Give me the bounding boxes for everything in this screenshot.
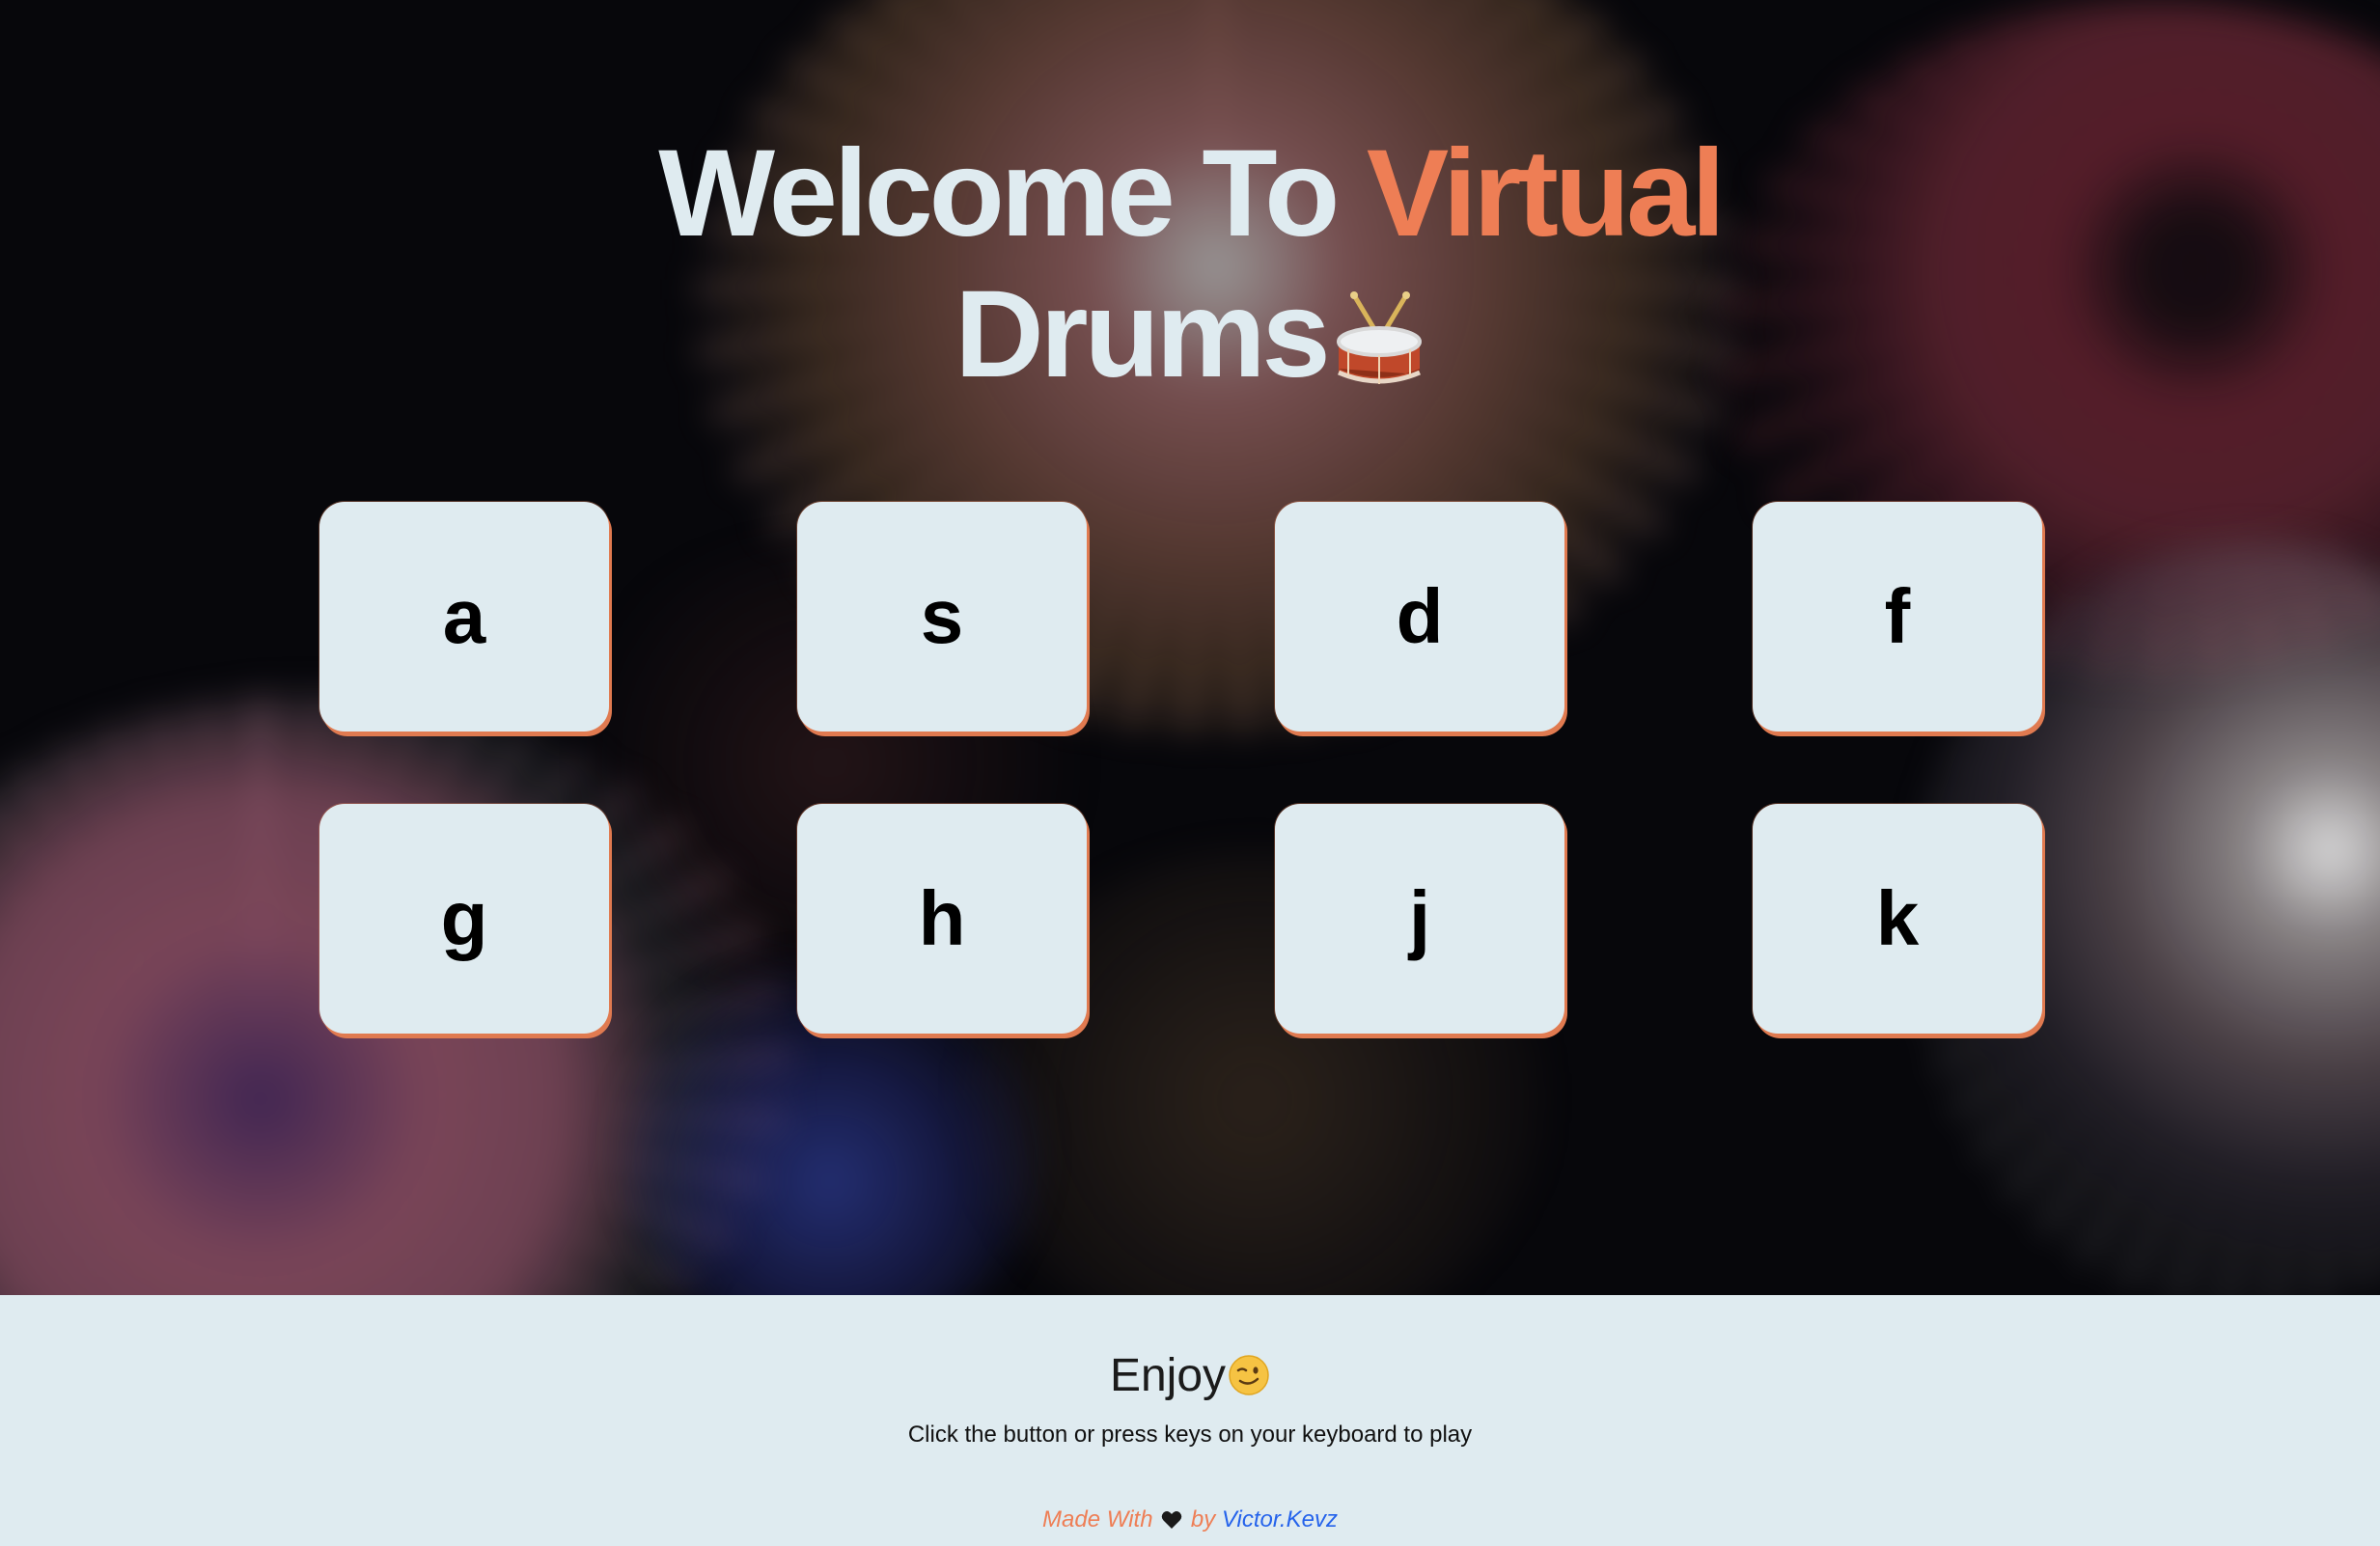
title-accent: Virtual	[1366, 124, 1726, 262]
title-text-drums: Drums	[955, 265, 1330, 403]
title-line-2: Drums	[0, 264, 2380, 405]
instructions-text: Click the button or press keys on your k…	[907, 1422, 1473, 1448]
title-text: Welcome To	[658, 124, 1367, 262]
credit-line: Made With by Victor.Kevz	[0, 1505, 2380, 1534]
drum-button-a[interactable]: a	[319, 502, 609, 732]
enjoy-heading: Enjoy	[0, 1349, 2380, 1403]
drum-button-g[interactable]: g	[319, 804, 609, 1034]
footer: Enjoy Click the button or press keys on …	[0, 1295, 2380, 1546]
drum-button-f[interactable]: f	[1753, 502, 2042, 732]
credit-by: by	[1184, 1506, 1222, 1532]
drum-button-s[interactable]: s	[797, 502, 1087, 732]
drum-pad-grid: a s d f g h j k	[0, 502, 2380, 1042]
page-title: Welcome To Virtual Drums	[0, 124, 2380, 405]
drum-button-d[interactable]: d	[1275, 502, 1564, 732]
enjoy-text: Enjoy	[1109, 1350, 1227, 1401]
author-link[interactable]: Victor.Kevz	[1222, 1506, 1338, 1532]
credit-made-with: Made With	[1042, 1506, 1153, 1532]
hero-section: Welcome To Virtual Drums a s d f g h j k	[0, 0, 2380, 1295]
winking-face-icon	[1228, 1354, 1270, 1396]
drum-button-h[interactable]: h	[797, 804, 1087, 1034]
title-line-1: Welcome To Virtual	[0, 124, 2380, 264]
drum-button-k[interactable]: k	[1753, 804, 2042, 1034]
black-heart-icon	[1161, 1508, 1182, 1529]
drum-icon	[1333, 276, 1425, 384]
drum-button-j[interactable]: j	[1275, 804, 1564, 1034]
